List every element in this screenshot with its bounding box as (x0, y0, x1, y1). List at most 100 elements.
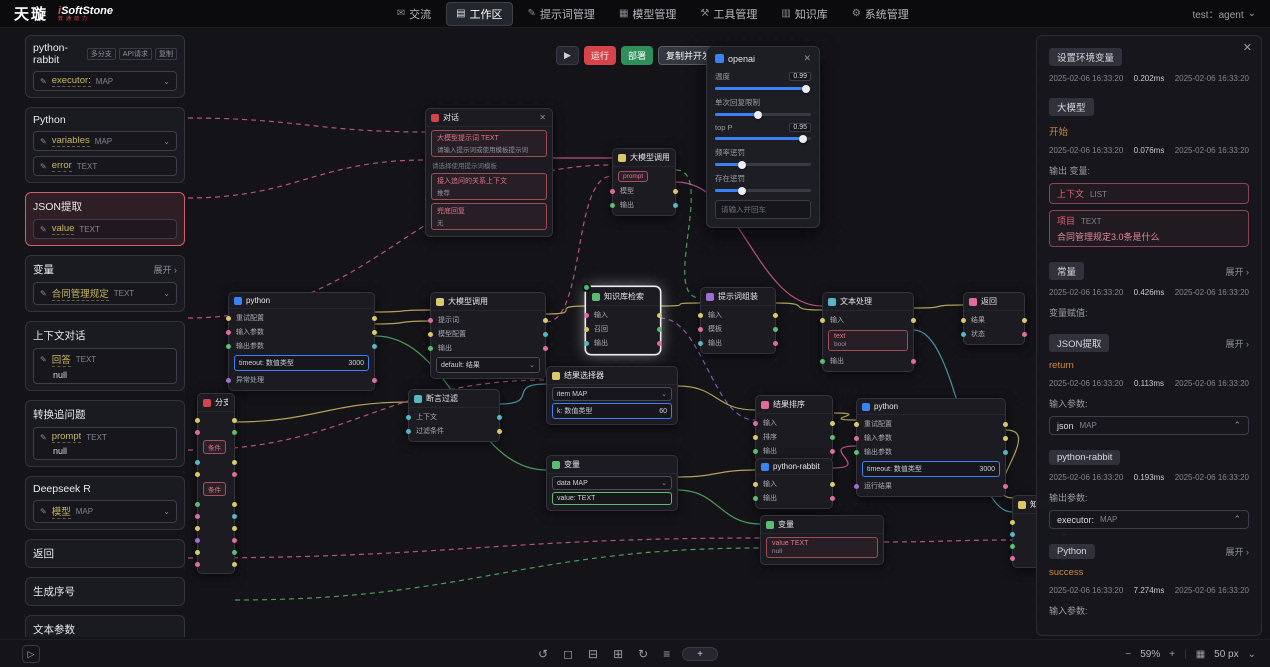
chevron-down-icon[interactable]: ⌄ (163, 289, 170, 298)
port-dot[interactable] (753, 435, 758, 440)
port-dot[interactable] (657, 341, 662, 346)
node-selector[interactable]: 结果选择器item MAP⌄k: 数值类型60 (546, 366, 678, 425)
node-rank[interactable]: 结果排序输入排序输出 (755, 395, 833, 462)
port-dot[interactable] (195, 472, 200, 477)
port-dot[interactable] (226, 316, 231, 321)
node-var-1[interactable]: 变量data MAP⌄value: TEXT (546, 455, 678, 511)
port-dot[interactable] (232, 514, 237, 519)
edit-icon[interactable]: ✎ (40, 507, 47, 516)
node-python-2[interactable]: python重试配置输入参数输出参数timeout: 数值类型3000运行结果 (856, 398, 1006, 497)
node-select[interactable]: item MAP⌄ (552, 387, 672, 401)
nav-item-model-mgmt[interactable]: ▦模型管理 (610, 2, 685, 26)
port-dot[interactable] (195, 562, 200, 567)
port-dot[interactable] (1022, 318, 1027, 323)
port-dot[interactable] (195, 514, 200, 519)
slider-knob[interactable] (802, 85, 810, 93)
port-dot[interactable] (673, 189, 678, 194)
node-text[interactable]: 文本处理输入textbool输出 (822, 292, 914, 372)
port-dot[interactable] (854, 484, 859, 489)
port-dot[interactable] (698, 313, 703, 318)
port-dot[interactable] (1010, 556, 1015, 561)
slider-knob[interactable] (738, 161, 746, 169)
port-dot[interactable] (610, 203, 615, 208)
node-dialog[interactable]: 对话✕大模型提示词 TEXT请输入提示词或使用模板提示词请选择使用提示词模板接入… (425, 108, 553, 237)
port-dot[interactable] (610, 189, 615, 194)
deploy-button[interactable]: 部署 (621, 46, 653, 65)
port-dot[interactable] (830, 496, 835, 501)
port-dot[interactable] (195, 430, 200, 435)
port-dot[interactable] (753, 496, 758, 501)
port-dot[interactable] (854, 450, 859, 455)
port-dot[interactable] (1003, 450, 1008, 455)
port-dot[interactable] (753, 421, 758, 426)
port-dot[interactable] (830, 435, 835, 440)
port-dot[interactable] (584, 327, 589, 332)
node-python-rabbit[interactable]: python-rabbit输入输出 (755, 458, 833, 509)
card-field[interactable]: ✎valueTEXT (33, 219, 177, 239)
port-dot[interactable] (1010, 532, 1015, 537)
port-dot[interactable] (854, 436, 859, 441)
port-dot[interactable] (543, 332, 548, 337)
port-dot[interactable] (497, 415, 502, 420)
port-dot[interactable] (911, 359, 916, 364)
fit-view-icon[interactable]: ◻ (563, 648, 573, 660)
port-dot[interactable] (854, 422, 859, 427)
card-field[interactable]: ✎合同管理规定TEXT⌄ (33, 282, 177, 305)
node-kb-search[interactable]: 知识库检索输入召回输出 (586, 287, 660, 354)
node-input[interactable]: k: 数值类型60 (552, 403, 672, 419)
edit-icon[interactable]: ✎ (40, 137, 47, 146)
node-chip[interactable]: 设置环境变量 (1049, 48, 1122, 66)
node-var-2[interactable]: 变量value TEXTnull (760, 515, 884, 565)
close-icon[interactable]: ✕ (803, 53, 811, 64)
close-icon[interactable]: ✕ (1243, 41, 1252, 54)
node-return[interactable]: 返回结果状态 (963, 292, 1025, 345)
add-node-button[interactable]: + (682, 647, 718, 661)
port-dot[interactable] (911, 318, 916, 323)
nav-item-exchange[interactable]: ✉交流 (388, 2, 440, 26)
node-llm-small[interactable]: 大模型调用prompt模型输出 (612, 148, 676, 216)
node-branch[interactable]: 分支条件条件 (197, 393, 235, 574)
slider[interactable] (715, 113, 811, 116)
port-dot[interactable] (232, 502, 237, 507)
left-card-variable[interactable]: 变量展开 ›✎合同管理规定TEXT⌄ (25, 255, 185, 312)
port-dot[interactable] (372, 378, 377, 383)
chevron-down-icon[interactable]: ⌄ (163, 137, 170, 146)
node-select[interactable]: data MAP⌄ (552, 476, 672, 490)
chevron-down-icon[interactable]: ⌄ (1248, 649, 1256, 660)
port-dot[interactable] (406, 429, 411, 434)
card-field[interactable]: ✎回答TEXTnull (33, 348, 177, 384)
left-card-context-dialog[interactable]: 上下文对话✎回答TEXTnull (25, 321, 185, 391)
port-dot[interactable] (543, 346, 548, 351)
slider[interactable] (715, 137, 811, 140)
port-dot[interactable] (698, 341, 703, 346)
port-dot[interactable] (226, 330, 231, 335)
port-dot[interactable] (1022, 332, 1027, 337)
param-select[interactable]: executor:MAP⌃ (1049, 510, 1249, 529)
nav-item-knowledge[interactable]: ▥知识库 (772, 2, 836, 26)
node-input[interactable]: value: TEXT (552, 492, 672, 505)
test-run-button[interactable]: ▶ (556, 46, 579, 65)
port-dot[interactable] (195, 550, 200, 555)
node-chip[interactable]: 常量 (1049, 262, 1084, 280)
port-dot[interactable] (584, 341, 589, 346)
port-dot[interactable] (226, 344, 231, 349)
auto-layout-icon[interactable]: ⊞ (613, 648, 623, 660)
left-card-follow-up[interactable]: 转换追问题✎promptTEXTnull (25, 400, 185, 467)
chevron-down-icon[interactable]: ⌄ (163, 507, 170, 516)
run-button[interactable]: 运行 (584, 46, 616, 65)
left-card-text-param[interactable]: 文本参数✎地震ANYnull (25, 615, 185, 637)
left-card-return[interactable]: 返回 (25, 539, 185, 568)
port-dot[interactable] (1010, 544, 1015, 549)
slider[interactable] (715, 163, 811, 166)
nav-item-workspace[interactable]: ▤工作区 (446, 2, 512, 26)
zoom-in-button[interactable]: + (1169, 649, 1175, 660)
node-chip[interactable]: 条件 (203, 482, 226, 496)
left-card-json-extract[interactable]: JSON提取✎valueTEXT (25, 192, 185, 246)
card-field[interactable]: ✎executor:MAP⌄ (33, 71, 177, 91)
param-select[interactable]: jsonMAP⌃ (1049, 416, 1249, 435)
port-dot[interactable] (657, 313, 662, 318)
expand-link[interactable]: 展开 › (1226, 545, 1250, 558)
close-icon[interactable]: ✕ (539, 113, 546, 122)
history-icon[interactable]: ↻ (638, 648, 648, 660)
slider-knob[interactable] (738, 187, 746, 195)
